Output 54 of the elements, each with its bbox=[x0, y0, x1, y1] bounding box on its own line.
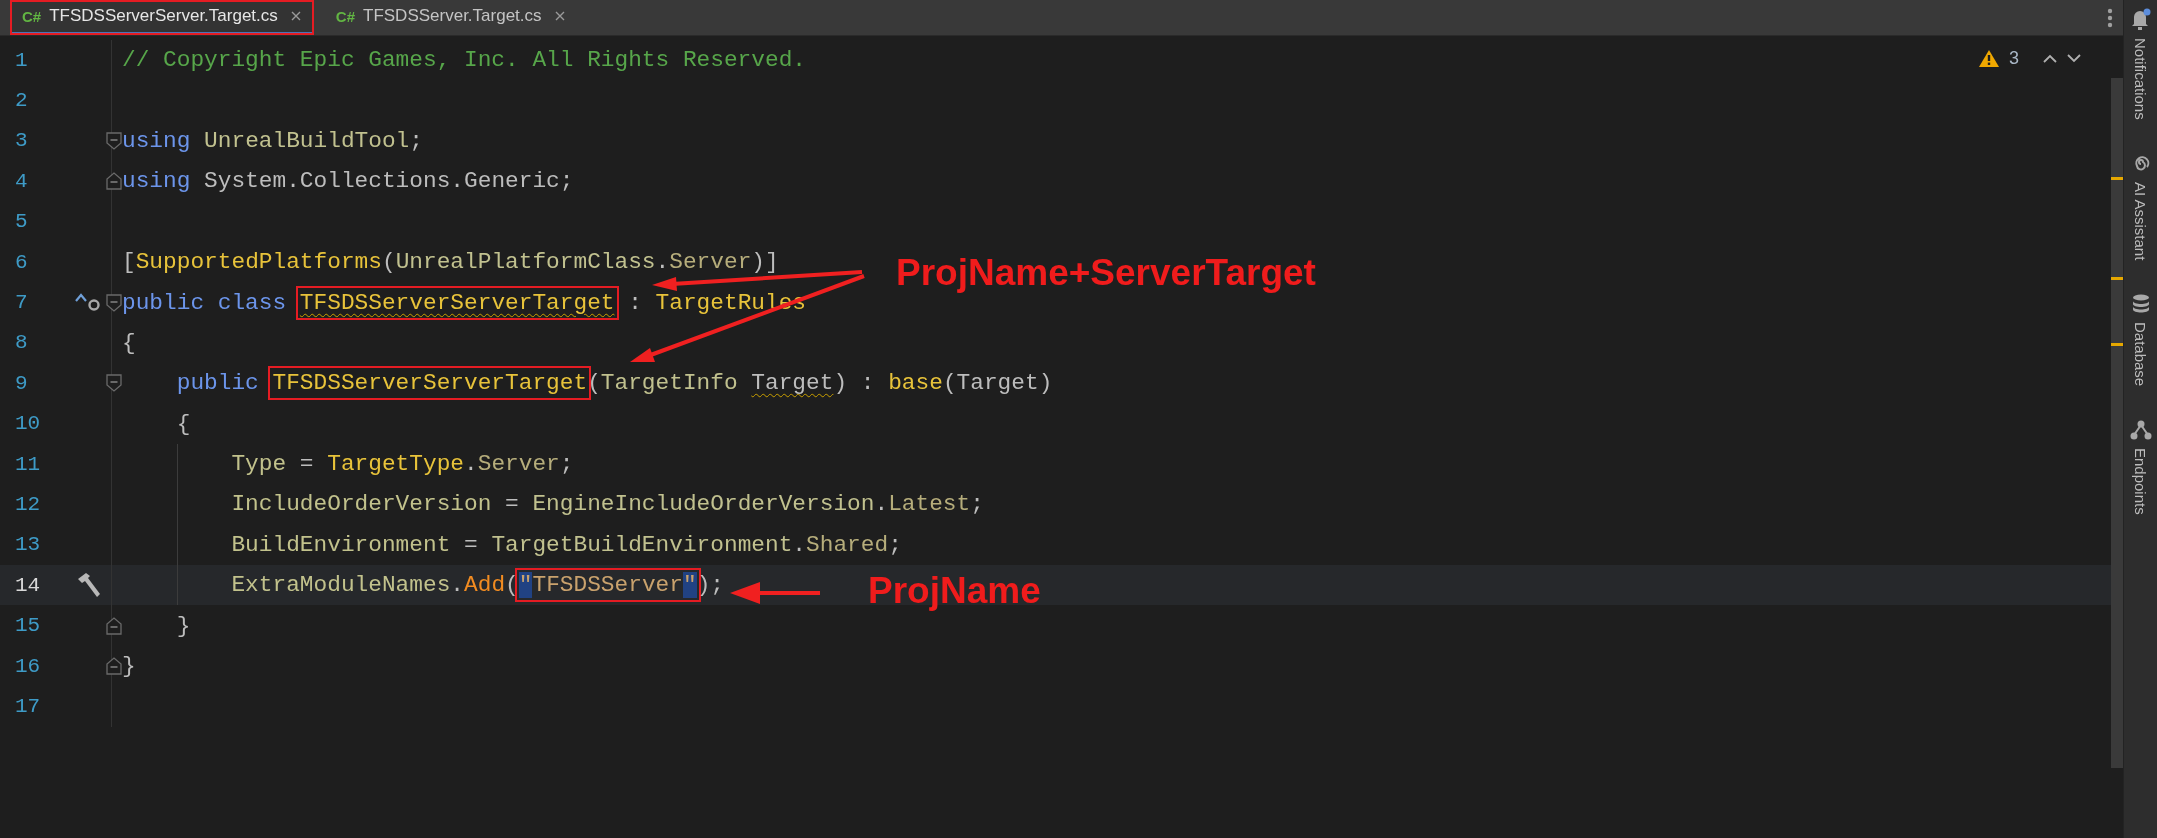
line-number: 12 bbox=[14, 493, 42, 516]
code-line: IncludeOrderVersion = EngineIncludeOrderVersion.Latest; bbox=[122, 484, 984, 525]
line-number: 11 bbox=[14, 452, 42, 476]
code-line: BuildEnvironment = TargetBuildEnvironment.Shared; bbox=[122, 524, 902, 566]
fold-icon[interactable] bbox=[106, 374, 122, 393]
code-line: using UnrealBuildTool; bbox=[122, 126, 423, 156]
file-tab[interactable]: C# TFSDSServerServer.Target.cs bbox=[10, 0, 314, 35]
line-number: 5 bbox=[14, 210, 29, 234]
code-line: public TFSDSServerServerTarget(TargetInfo Target) : base(Target) bbox=[122, 363, 1053, 404]
close-icon[interactable] bbox=[289, 10, 302, 22]
warning-count: 3 bbox=[2009, 48, 2019, 69]
close-icon[interactable] bbox=[553, 10, 566, 22]
scrollbar-track[interactable] bbox=[2111, 78, 2123, 768]
line-number: 1 bbox=[14, 48, 29, 72]
annotation-label: ProjName+ServerTarget bbox=[896, 252, 1316, 294]
line-number: 14 bbox=[14, 573, 42, 597]
tool-window-button[interactable]: Endpoints bbox=[2132, 448, 2149, 515]
line-number: 16 bbox=[14, 654, 42, 678]
line-number: 9 bbox=[14, 371, 29, 395]
line-number: 3 bbox=[14, 129, 29, 153]
code-line: using System.Collections.Generic; bbox=[122, 167, 574, 197]
more-icon[interactable] bbox=[2107, 7, 2113, 28]
line-number: 13 bbox=[14, 533, 42, 557]
fold-icon[interactable] bbox=[106, 172, 122, 191]
annotation-label: ProjName bbox=[868, 570, 1041, 612]
line-number: 17 bbox=[14, 694, 42, 718]
fold-icon[interactable] bbox=[106, 616, 122, 635]
fold-icon[interactable] bbox=[106, 293, 122, 312]
fold-icon[interactable] bbox=[106, 131, 122, 150]
line-number: 4 bbox=[14, 169, 29, 193]
tool-window-button[interactable]: AI Assistant bbox=[2132, 181, 2149, 261]
tool-window-button[interactable]: Database bbox=[2132, 322, 2149, 387]
code-line: [SupportedPlatforms(UnrealPlatformClass.Server)] bbox=[122, 248, 779, 278]
bell-icon[interactable] bbox=[2130, 8, 2151, 30]
code-line: { bbox=[175, 409, 191, 439]
line-number: 6 bbox=[14, 250, 29, 274]
fold-icon[interactable] bbox=[106, 657, 122, 676]
warning-icon[interactable] bbox=[1979, 50, 1999, 67]
code-line: } bbox=[175, 611, 191, 641]
chevron-up-icon[interactable] bbox=[2043, 54, 2057, 63]
line-number: 10 bbox=[14, 412, 42, 436]
line-number: 15 bbox=[14, 614, 42, 638]
code-line: { bbox=[122, 328, 136, 358]
code-line: Type = TargetType.Server; bbox=[122, 443, 574, 485]
file-tab[interactable]: C# TFSDSServer.Target.cs bbox=[323, 0, 578, 35]
tool-window-button[interactable]: Notifications bbox=[2132, 38, 2149, 120]
database-icon[interactable] bbox=[2131, 294, 2150, 315]
line-number: 2 bbox=[14, 89, 29, 113]
code-line: // Copyright Epic Games, Inc. All Rights Reserved. bbox=[122, 46, 807, 76]
chevron-down-icon[interactable] bbox=[2067, 54, 2081, 63]
line-number: 8 bbox=[14, 331, 29, 355]
line-number: 7 bbox=[14, 291, 29, 315]
code-line: } bbox=[122, 652, 136, 682]
endpoints-icon[interactable] bbox=[2129, 420, 2152, 441]
